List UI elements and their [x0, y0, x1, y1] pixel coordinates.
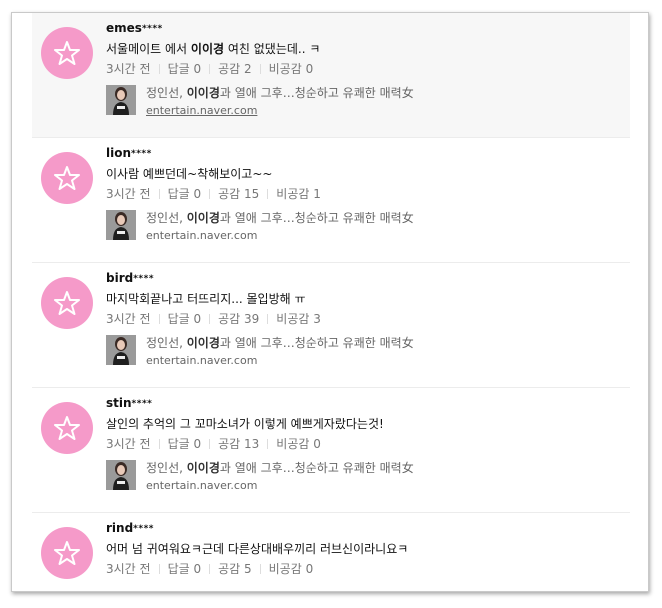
comment-time: 3시간 전 [106, 187, 151, 201]
comment-item: emes**** 서울메이트 에서 이이경 여친 없댔는데.. ㅋ 3시간 전 답… [32, 13, 630, 138]
comment-nickname[interactable]: lion**** [106, 145, 620, 162]
profile-avatar[interactable] [41, 277, 93, 329]
reply-count[interactable]: 답글 0 [168, 437, 202, 451]
news-url[interactable]: entertain.naver.com [146, 353, 257, 369]
comment-time: 3시간 전 [106, 562, 151, 576]
comment-text: 어머 넘 귀여워요ㅋ근데 다른상대배우끼리 러브신이라니요ㅋ [106, 542, 409, 556]
comment-nickname[interactable]: rind**** [106, 520, 620, 537]
dislike-count[interactable]: 비공감 1 [276, 187, 321, 201]
comment-meta: 3시간 전 답글 0 공감 5 비공감 0 [106, 560, 620, 578]
news-thumbnail[interactable] [106, 335, 136, 365]
dislike-count[interactable]: 비공감 3 [276, 312, 321, 326]
comment-item: lion**** 이사람 예쁘던데~착해보이고~~ 3시간 전 답글 0 공감 15… [32, 138, 630, 263]
news-link[interactable]: 정인선, 이이경과 열애 그후…청순하고 유쾌한 매력女 entertain.n… [106, 335, 620, 369]
news-link[interactable]: 정인선, 이이경과 열애 그후…청순하고 유쾌한 매력女 entertain.n… [106, 210, 620, 244]
news-title[interactable]: 정인선, 이이경과 열애 그후…청순하고 유쾌한 매력女 [146, 335, 414, 351]
comment-item: rind**** 어머 넘 귀여워요ㅋ근데 다른상대배우끼리 러브신이라니요ㅋ … [32, 513, 630, 591]
comment-nickname[interactable]: stin**** [106, 395, 620, 412]
news-thumbnail[interactable] [106, 85, 136, 115]
news-thumbnail[interactable] [106, 210, 136, 240]
dislike-count[interactable]: 비공감 0 [269, 62, 314, 76]
like-count[interactable]: 공감 13 [218, 437, 259, 451]
star-icon [54, 41, 80, 65]
comment-time: 3시간 전 [106, 312, 151, 326]
comment-time: 3시간 전 [106, 437, 151, 451]
comment-meta: 3시간 전 답글 0 공감 13 비공감 0 [106, 435, 620, 453]
comment-text: 마지막회끝나고 터뜨리지... 몰입방해 ㅠ [106, 292, 306, 306]
profile-avatar[interactable] [41, 152, 93, 204]
comment-list: emes**** 서울메이트 에서 이이경 여친 없댔는데.. ㅋ 3시간 전답… [12, 13, 648, 591]
like-count[interactable]: 공감 39 [218, 312, 259, 326]
reply-count[interactable]: 답글 0 [168, 62, 202, 76]
comment-time: 3시간 전 [106, 62, 151, 76]
profile-avatar[interactable] [41, 27, 93, 79]
comment-text: 살인의 추억의 그 꼬마소녀가 이렇게 예쁘게자랐다는것! [106, 417, 384, 431]
news-url[interactable]: entertain.naver.com [146, 103, 257, 119]
comment-panel: emes**** 서울메이트 에서 이이경 여친 없댔는데.. ㅋ 3시간 전답… [11, 12, 649, 592]
profile-avatar[interactable] [41, 402, 93, 454]
highlighted-keyword: 이이경 [190, 42, 225, 56]
like-count[interactable]: 공감 2 [218, 62, 252, 76]
star-icon [54, 416, 80, 440]
news-thumbnail[interactable] [106, 460, 136, 490]
reply-count[interactable]: 답글 0 [168, 187, 202, 201]
news-link[interactable]: 정인선, 이이경과 열애 그후…청순하고 유쾌한 매력女 entertain.n… [106, 85, 620, 119]
reply-count[interactable]: 답글 0 [168, 312, 202, 326]
comment-text: 서울메이트 에서 이이경 여친 없댔는데.. ㅋ [106, 42, 321, 56]
news-link[interactable]: 정인선, 이이경과 열애 그후…청순하고 유쾌한 매력女 entertain.n… [106, 460, 620, 494]
dislike-count[interactable]: 비공감 0 [276, 437, 321, 451]
reply-count[interactable]: 답글 0 [168, 562, 202, 576]
star-icon [54, 291, 80, 315]
comment-meta: 3시간 전 답글 0 공감 39 비공감 3 [106, 310, 620, 328]
news-title[interactable]: 정인선, 이이경과 열애 그후…청순하고 유쾌한 매력女 [146, 210, 414, 226]
like-count[interactable]: 공감 5 [218, 562, 252, 576]
news-url[interactable]: entertain.naver.com [146, 478, 257, 494]
comment-item: bird**** 마지막회끝나고 터뜨리지... 몰입방해 ㅠ 3시간 전 답글 … [32, 263, 630, 388]
like-count[interactable]: 공감 15 [218, 187, 259, 201]
comment-nickname[interactable]: emes**** [106, 20, 620, 37]
comment-item: stin**** 살인의 추억의 그 꼬마소녀가 이렇게 예쁘게자랐다는것! 3… [32, 388, 630, 513]
star-icon [54, 166, 80, 190]
profile-avatar[interactable] [41, 527, 93, 579]
news-url[interactable]: entertain.naver.com [146, 228, 257, 244]
comment-meta: 3시간 전 답글 0 공감 15 비공감 1 [106, 185, 620, 203]
comment-meta: 3시간 전 답글 0 공감 2 비공감 0 [106, 60, 620, 78]
dislike-count[interactable]: 비공감 0 [269, 562, 314, 576]
star-icon [54, 541, 80, 565]
comment-nickname[interactable]: bird**** [106, 270, 620, 287]
comment-text: 이사람 예쁘던데~착해보이고~~ [106, 167, 273, 181]
news-title[interactable]: 정인선, 이이경과 열애 그후…청순하고 유쾌한 매력女 [146, 85, 414, 101]
news-title[interactable]: 정인선, 이이경과 열애 그후…청순하고 유쾌한 매력女 [146, 460, 414, 476]
